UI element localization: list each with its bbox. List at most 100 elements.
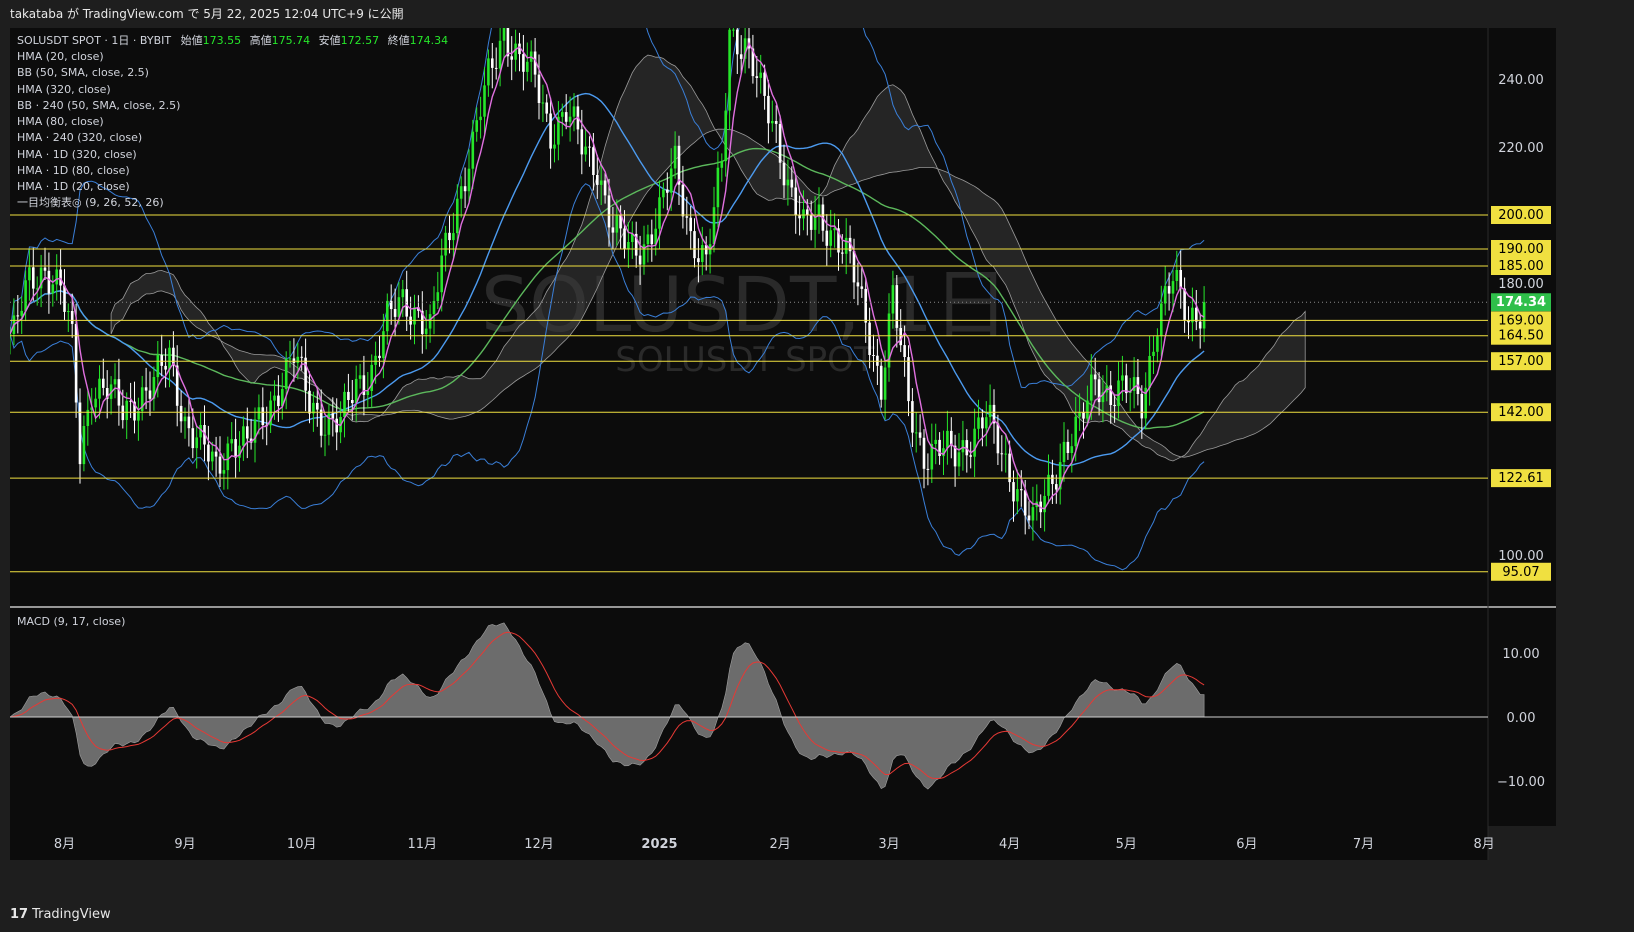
candle-body [1074, 416, 1077, 447]
candle-body [1012, 482, 1015, 502]
candle-body [440, 255, 443, 293]
legend-open-label: 始値 [181, 33, 203, 47]
candle-body [456, 198, 459, 234]
indicator-legend-item[interactable]: BB · 240 (50, SMA, close, 2.5) [17, 99, 180, 112]
candle-body [673, 145, 677, 169]
candle-body [1004, 453, 1007, 455]
time-tick-label: 2025 [641, 837, 677, 852]
time-axis[interactable] [10, 826, 1488, 860]
candle-body [957, 452, 961, 467]
candle-body [615, 214, 619, 233]
indicator-legend-item[interactable]: 一目均衡表◎ (9, 26, 52, 26) [17, 195, 164, 209]
candle-body [1062, 441, 1066, 463]
candle-body [1055, 484, 1058, 490]
candle-body [903, 345, 906, 357]
candle-body [1020, 489, 1023, 491]
price-tick-label: 100.00 [1498, 549, 1544, 564]
indicator-legend-item[interactable]: BB (50, SMA, close, 2.5) [17, 66, 149, 79]
time-tick-label: 2月 [769, 837, 790, 852]
candle-body [572, 106, 576, 117]
indicator-legend-item[interactable]: HMA · 1D (80, close) [17, 164, 130, 177]
candle-body [806, 209, 809, 215]
candle-body [774, 121, 778, 124]
candle-body [1183, 288, 1186, 321]
candle-body [1093, 374, 1097, 380]
candle-body [907, 357, 910, 402]
chart-area[interactable]: SOLUSDT, 1日 SOLUSDT SPOT 200.00190.00185… [10, 28, 1634, 902]
candle-body [895, 285, 899, 328]
candle-body [300, 356, 303, 358]
candle-body [1027, 515, 1031, 521]
candle-body [1156, 336, 1159, 352]
time-tick-label: 7月 [1353, 837, 1374, 852]
candle-body [351, 400, 354, 404]
candle-body [689, 217, 692, 232]
candle-body [323, 434, 327, 436]
candle-body [405, 289, 408, 317]
indicator-legend-item[interactable]: HMA (80, close) [17, 115, 104, 128]
candle-body [736, 29, 739, 55]
candle-body [588, 146, 591, 148]
candle-body [98, 378, 101, 399]
level-badge-label: 169.00 [1498, 313, 1544, 328]
candle-body [374, 355, 377, 365]
candle-body [868, 322, 871, 355]
indicator-legend-item[interactable]: HMA · 240 (320, close) [17, 131, 142, 144]
level-badge-label: 157.00 [1498, 354, 1544, 369]
candle-body [809, 215, 813, 230]
candle-body [467, 168, 471, 192]
candle-body [261, 407, 265, 425]
candle-body [996, 423, 1000, 454]
macd-legend[interactable]: MACD (9, 17, close) [17, 615, 125, 628]
candle-body [568, 116, 572, 122]
tradingview-logo-icon: 𝟭𝟳 [10, 906, 29, 922]
candle-body [1043, 495, 1046, 513]
candle-body [55, 269, 58, 285]
candle-body [1152, 351, 1155, 356]
price-tick-label: 180.00 [1498, 277, 1544, 292]
candle-body [28, 267, 31, 281]
candle-body [763, 72, 766, 96]
candle-body [397, 297, 401, 317]
candle-body [148, 390, 152, 399]
candle-body [413, 307, 416, 325]
candle-body [872, 355, 875, 356]
candle-body [724, 110, 727, 162]
candle-body [284, 358, 288, 389]
candle-body [195, 437, 198, 449]
candle-body [1023, 490, 1027, 516]
candle-body [277, 395, 280, 407]
footer-brand: TradingView [32, 906, 111, 922]
candle-body [856, 282, 860, 287]
candle-body [164, 365, 167, 370]
candle-body [922, 437, 926, 469]
candle-body [899, 328, 902, 346]
candle-body [32, 267, 35, 289]
indicator-legend-item[interactable]: HMA · 1D (20, close) [17, 180, 130, 193]
indicator-legend-item[interactable]: HMA (320, close) [17, 83, 111, 96]
candle-body [926, 468, 930, 470]
candle-body [829, 230, 832, 246]
candle-body [596, 175, 599, 185]
indicator-legend-item[interactable]: HMA · 1D (320, close) [17, 148, 137, 161]
candle-body [584, 146, 587, 155]
candle-body [1179, 270, 1182, 289]
candle-body [502, 28, 506, 41]
candle-body [292, 358, 296, 363]
candle-body [599, 180, 603, 185]
candle-body [1202, 302, 1206, 329]
candle-body [526, 61, 529, 72]
candle-body [335, 418, 338, 433]
legend-close-value: 174.34 [410, 34, 449, 47]
indicator-legend-item[interactable]: HMA (20, close) [17, 50, 104, 63]
candle-body [580, 129, 584, 155]
candle-body [825, 230, 829, 246]
candle-body [611, 227, 615, 233]
candle-body [844, 237, 848, 254]
candle-body [852, 251, 856, 283]
candle-body [94, 398, 97, 408]
candle-body [934, 439, 937, 444]
time-tick-label: 9月 [174, 837, 195, 852]
candle-body [794, 187, 797, 216]
candle-body [701, 245, 704, 262]
